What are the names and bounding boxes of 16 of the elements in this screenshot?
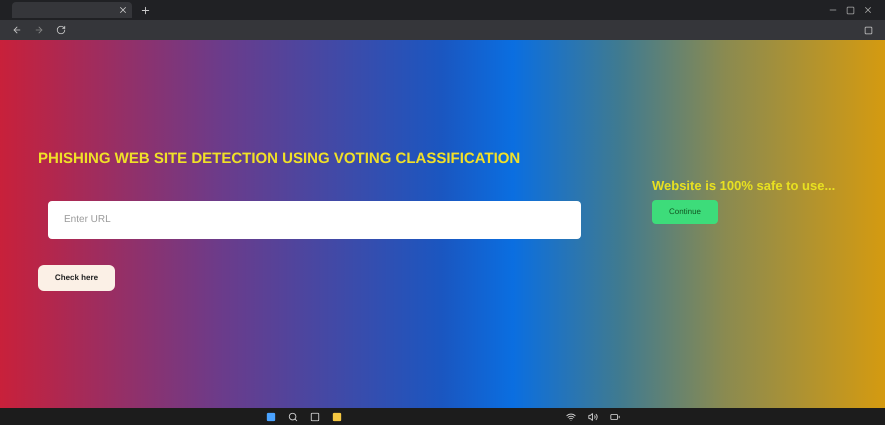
search-icon[interactable] [288, 412, 298, 422]
continue-button[interactable]: Continue [652, 200, 718, 224]
new-tab-icon[interactable] [140, 4, 151, 16]
page-title: PHISHING WEB SITE DETECTION USING VOTING CLASSIFICATION [38, 149, 522, 169]
close-window-icon[interactable] [863, 5, 873, 15]
close-icon[interactable] [118, 5, 128, 15]
back-icon[interactable] [12, 25, 22, 35]
forward-icon[interactable] [34, 25, 44, 35]
battery-icon[interactable] [610, 412, 620, 422]
url-input-field[interactable]: Enter URL [48, 200, 581, 238]
result-message: Website is 100% safe to use... [652, 177, 836, 195]
wifi-icon[interactable] [566, 412, 576, 422]
reload-icon[interactable] [56, 25, 66, 35]
check-here-button[interactable]: Check here [38, 264, 115, 290]
volume-icon[interactable] [588, 412, 598, 422]
maximize-icon[interactable] [846, 6, 855, 14]
